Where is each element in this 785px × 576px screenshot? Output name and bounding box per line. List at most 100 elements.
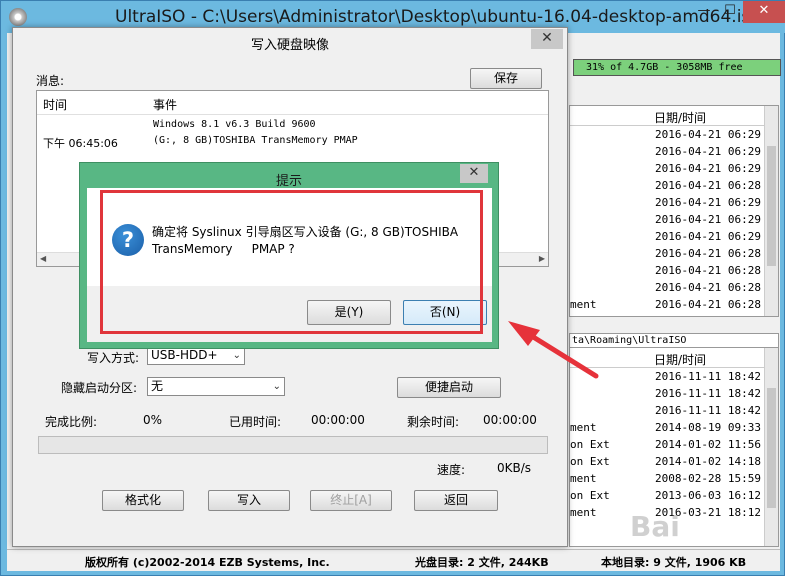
maximize-icon[interactable]: ☐ (717, 1, 743, 23)
speed-label: 速度: (437, 463, 466, 477)
file-row[interactable]: on Ext 2014-01-02 14:18 (570, 453, 778, 470)
close-icon[interactable]: ✕ (531, 29, 563, 49)
file-date: 2016-04-21 06:29 (655, 162, 761, 175)
iso-file-list-scrollbar[interactable] (764, 106, 778, 316)
file-row[interactable]: 2016-11-11 18:42 (570, 402, 778, 419)
scroll-left-icon[interactable]: ◀ (40, 254, 46, 263)
stop-button[interactable]: 终止[A] (310, 490, 392, 511)
message-log-header: 时间 事件 (37, 91, 548, 115)
iso-file-list-header[interactable]: 日期/时间 (570, 106, 778, 126)
speed-value: 0KB/s (497, 461, 532, 475)
file-row[interactable]: 2016-04-21 06:29 (570, 143, 778, 160)
capacity-bar: 31% of 4.7GB - 3058MB free (573, 59, 781, 76)
write-dialog-titlebar[interactable]: 写入硬盘映像 ✕ (13, 28, 567, 54)
status-bar: 版权所有 (c)2002-2014 EZB Systems, Inc. 光盘目录… (7, 549, 780, 571)
file-date: 2014-08-19 09:33 (655, 421, 761, 434)
main-window-title: UltraISO - C:\Users\Administrator\Deskto… (115, 7, 761, 27)
write-method-value: USB-HDD+ (151, 348, 218, 362)
scrollbar-thumb[interactable] (767, 388, 776, 508)
file-date: 2016-04-21 06:29 (655, 213, 761, 226)
save-button[interactable]: 保存 (470, 68, 542, 89)
file-row[interactable]: 2016-04-21 06:29 (570, 126, 778, 143)
highlight-box (100, 190, 483, 334)
file-date: 2013-06-03 16:12 (655, 489, 761, 502)
file-date: 2016-11-11 18:42 (655, 404, 761, 417)
hide-partition-select[interactable]: 无 ⌄ (147, 377, 285, 396)
file-row[interactable]: 2016-11-11 18:42 (570, 385, 778, 402)
file-row[interactable]: 2016-04-21 06:28 (570, 177, 778, 194)
progress-label: 完成比例: (45, 415, 98, 429)
file-date: 2016-04-21 06:28 (655, 298, 761, 311)
local-file-rows: 2016-11-11 18:42 2016-11-11 18:42 2016-11-… (570, 368, 778, 521)
scrollbar-thumb[interactable] (767, 146, 776, 266)
log-event: Windows 8.1 v6.3 Build 9600 (153, 119, 316, 130)
file-row[interactable]: 2016-04-21 06:29 (570, 194, 778, 211)
progress-bar (38, 436, 548, 454)
quick-boot-button[interactable]: 便捷启动 (397, 377, 501, 398)
file-row[interactable]: ment 2014-08-19 09:33 (570, 419, 778, 436)
file-row[interactable]: 2016-04-21 06:29 (570, 211, 778, 228)
time-column-header[interactable]: 时间 (43, 96, 67, 113)
chevron-down-icon: ⌄ (232, 350, 241, 361)
status-cd-dir: 光盘目录: 2 文件, 244KB (415, 556, 549, 569)
file-date: 2016-04-21 06:29 (655, 196, 761, 209)
file-date: 2016-04-21 06:29 (655, 145, 761, 158)
remaining-time-label: 剩余时间: (407, 415, 460, 429)
iso-file-rows: 2016-04-21 06:29 2016-04-21 06:29 2016-04-… (570, 126, 778, 313)
file-date: 2014-01-02 11:56 (655, 438, 761, 451)
scroll-right-icon[interactable]: ▶ (539, 254, 545, 263)
file-row[interactable]: on Ext 2014-01-02 11:56 (570, 436, 778, 453)
file-row[interactable]: 2016-04-21 06:28 (570, 279, 778, 296)
hide-partition-label: 隐藏启动分区: (61, 381, 138, 395)
file-date: 2016-04-21 06:29 (655, 128, 761, 141)
file-date: 2016-11-11 18:42 (655, 387, 761, 400)
file-row[interactable]: ment 2008-02-28 15:59 (570, 470, 778, 487)
log-time: 下午 06:45:06 (43, 137, 118, 150)
file-name: ment (570, 298, 597, 311)
file-date: 2016-04-21 06:28 (655, 247, 761, 260)
iso-file-list[interactable]: 日期/时间 2016-04-21 06:29 2016-04-21 06:29 20… (569, 105, 779, 317)
local-file-list-scrollbar[interactable] (764, 348, 778, 546)
file-name: on Ext (570, 438, 610, 451)
file-name: on Ext (570, 455, 610, 468)
file-name: ment (570, 421, 597, 434)
file-name: on Ext (570, 489, 610, 502)
file-row[interactable]: on Ext 2013-06-03 16:12 (570, 487, 778, 504)
file-row[interactable]: ment 2016-04-21 06:28 (570, 296, 778, 313)
file-date: 2016-04-21 06:28 (655, 264, 761, 277)
file-row[interactable]: 2016-04-21 06:29 (570, 160, 778, 177)
confirm-dialog-title: 提示 (275, 174, 302, 189)
file-row[interactable]: 2016-11-11 18:42 (570, 368, 778, 385)
baidu-watermark: Bai (630, 510, 680, 543)
date-column-header[interactable]: 日期/时间 (654, 351, 706, 368)
file-row[interactable]: 2016-04-21 06:29 (570, 228, 778, 245)
file-date: 2008-02-28 15:59 (655, 472, 761, 485)
local-file-list-header[interactable]: 日期/时间 (570, 348, 778, 368)
event-column-header[interactable]: 事件 (153, 96, 177, 113)
file-row[interactable]: 2016-04-21 06:28 (570, 262, 778, 279)
status-copyright: 版权所有 (c)2002-2014 EZB Systems, Inc. (85, 556, 330, 569)
progress-value: 0% (143, 413, 163, 427)
hide-partition-value: 无 (151, 379, 164, 393)
close-icon[interactable]: ✕ (460, 164, 488, 183)
file-date: 2014-01-02 14:18 (655, 455, 761, 468)
log-event: (G:, 8 GB)TOSHIBA TransMemory PMAP (153, 135, 358, 146)
chevron-down-icon: ⌄ (272, 381, 281, 392)
file-row[interactable]: 2016-04-21 06:28 (570, 245, 778, 262)
remaining-time-value: 00:00:00 (483, 413, 537, 427)
ultraiso-app-icon (9, 8, 27, 26)
format-button[interactable]: 格式化 (102, 490, 184, 511)
file-date: 2016-04-21 06:29 (655, 230, 761, 243)
date-column-header[interactable]: 日期/时间 (654, 109, 706, 126)
file-date: 2016-11-11 18:42 (655, 370, 761, 383)
close-icon[interactable]: ✕ (743, 1, 785, 23)
status-local-dir: 本地目录: 9 文件, 1906 KB (601, 556, 747, 569)
write-button[interactable]: 写入 (208, 490, 290, 511)
write-dialog-title: 写入硬盘映像 (250, 38, 329, 53)
messages-label: 消息: (36, 74, 65, 88)
minimize-icon[interactable]: — (691, 1, 717, 23)
file-date: 2016-04-21 06:28 (655, 179, 761, 192)
return-button[interactable]: 返回 (414, 490, 498, 511)
file-name: ment (570, 472, 597, 485)
write-method-label: 写入方式: (87, 351, 140, 365)
